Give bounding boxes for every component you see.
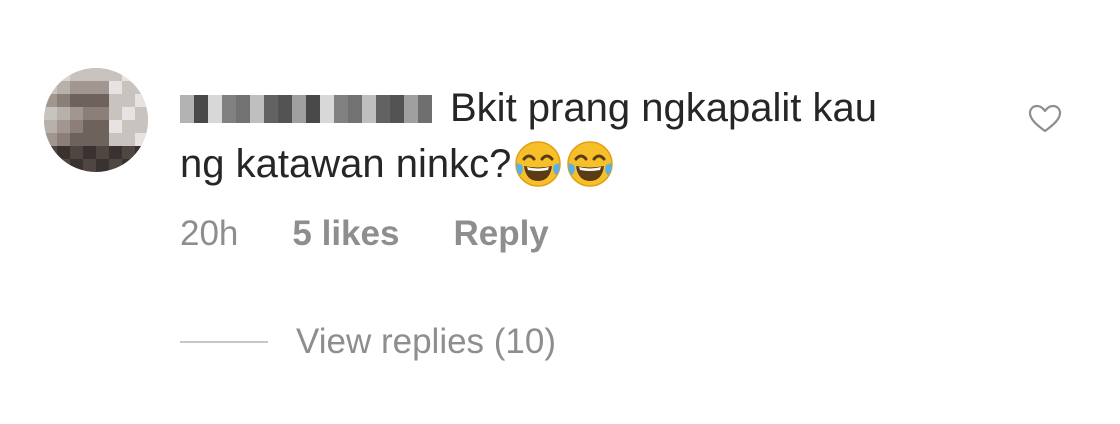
likes-count-button[interactable]: 5 likes — [292, 212, 399, 256]
replies-divider-line — [180, 341, 268, 343]
comment-text-line1: Bkit prang ngkapalit kau — [450, 86, 877, 130]
face-with-tears-of-joy-icon — [515, 141, 562, 187]
avatar[interactable] — [44, 68, 148, 172]
face-with-tears-of-joy-icon — [567, 141, 614, 187]
comment-item: Bkit prang ngkapalit kau ng katawan nink… — [0, 0, 1120, 424]
comment-meta: 20h 5 likes Reply — [180, 212, 549, 256]
reply-button[interactable]: Reply — [453, 212, 548, 256]
username-blurred[interactable] — [180, 95, 442, 123]
heart-outline-icon[interactable] — [1028, 104, 1062, 134]
comment-text-line2: ng katawan ninkc? — [180, 142, 512, 186]
view-replies-button[interactable]: View replies (10) — [296, 318, 556, 366]
comment-body: Bkit prang ngkapalit kau ng katawan nink… — [180, 80, 1000, 192]
comment-time: 20h — [180, 214, 239, 253]
